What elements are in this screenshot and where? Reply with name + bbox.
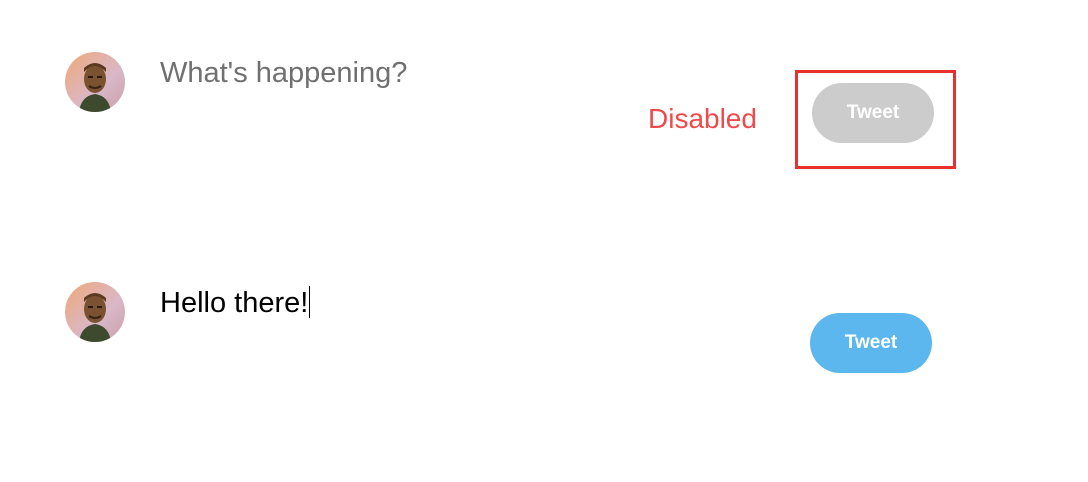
compose-text: Hello there! bbox=[160, 287, 309, 319]
user-avatar-icon[interactable] bbox=[65, 282, 125, 342]
compose-placeholder: What's happening? bbox=[160, 57, 408, 89]
compose-input[interactable]: What's happening? bbox=[160, 55, 407, 91]
text-caret bbox=[309, 286, 311, 318]
tweet-button-disabled[interactable]: Tweet bbox=[812, 83, 934, 143]
tweet-button-enabled[interactable]: Tweet bbox=[810, 313, 932, 373]
disabled-annotation-label: Disabled bbox=[648, 103, 757, 134]
user-avatar-icon[interactable] bbox=[65, 52, 125, 112]
compose-input[interactable]: Hello there! bbox=[160, 285, 311, 321]
